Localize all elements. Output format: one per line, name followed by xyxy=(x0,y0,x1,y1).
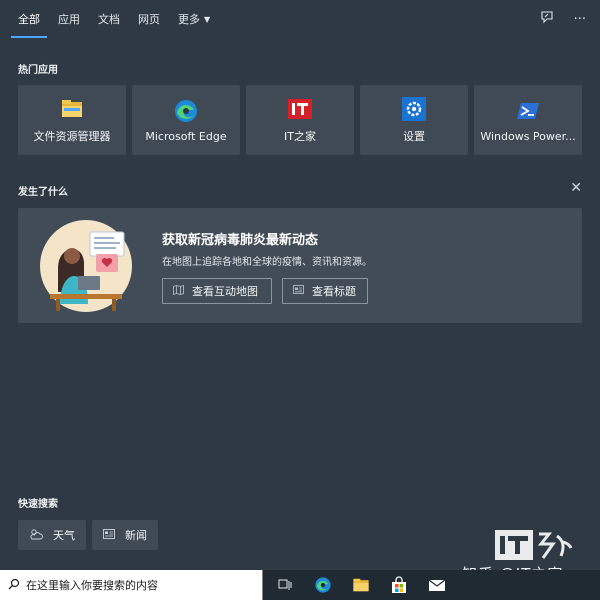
search-scope-tabs: 全部 应用 文档 网页 更多 ▼ xyxy=(0,0,600,38)
file-explorer-icon[interactable] xyxy=(342,570,380,600)
news-icon xyxy=(103,528,115,542)
tab-documents[interactable]: 文档 xyxy=(89,0,129,38)
news-label: 新闻 xyxy=(125,529,147,542)
ithome-watermark-logo xyxy=(495,530,573,560)
covid-news-card[interactable]: 获取新冠病毒肺炎最新动态 在地图上追踪各地和全球的疫情、资讯和资源。 查看互动地… xyxy=(18,208,582,323)
tab-apps-label: 应用 xyxy=(58,13,80,26)
news-illustration xyxy=(40,220,132,312)
quick-search-heading: 快速搜索 xyxy=(18,499,58,510)
tab-web[interactable]: 网页 xyxy=(129,0,169,38)
weather-icon xyxy=(29,528,43,543)
tab-web-label: 网页 xyxy=(138,13,160,26)
app-label-settings: 设置 xyxy=(403,130,425,143)
feedback-icon[interactable] xyxy=(540,10,554,28)
quick-search-news[interactable]: 新闻 xyxy=(92,520,158,550)
tab-all-label: 全部 xyxy=(18,13,40,26)
tab-more[interactable]: 更多 ▼ xyxy=(169,0,219,38)
app-tile-edge[interactable]: Microsoft Edge xyxy=(132,85,240,155)
more-icon[interactable]: ··· xyxy=(574,12,586,27)
app-tile-file-explorer[interactable]: 文件资源管理器 xyxy=(18,85,126,155)
news-card-subtitle: 在地图上追踪各地和全球的疫情、资讯和资源。 xyxy=(162,257,372,268)
quick-search-weather[interactable]: 天气 xyxy=(18,520,86,550)
news-card-title: 获取新冠病毒肺炎最新动态 xyxy=(162,233,319,248)
close-icon[interactable]: ✕ xyxy=(570,180,582,196)
hot-apps-heading: 热门应用 xyxy=(18,65,58,76)
taskbar: 在这里输入你要搜索的内容 xyxy=(0,570,600,600)
view-interactive-map-button[interactable]: 查看互动地图 xyxy=(162,278,272,304)
app-label-file-explorer: 文件资源管理器 xyxy=(33,130,111,143)
top-actions: ··· xyxy=(540,0,586,38)
mail-icon[interactable] xyxy=(418,570,456,600)
hot-apps-list: 文件资源管理器 Microsoft Edge IT之家 设置 Windows P… xyxy=(18,85,582,155)
weather-label: 天气 xyxy=(53,529,75,542)
search-input[interactable]: 在这里输入你要搜索的内容 xyxy=(26,577,158,593)
task-view-icon[interactable] xyxy=(266,570,304,600)
tab-documents-label: 文档 xyxy=(98,13,120,26)
tab-all[interactable]: 全部 xyxy=(9,0,49,38)
app-label-powershell: Windows Power... xyxy=(480,129,576,143)
file-explorer-icon xyxy=(62,100,82,117)
chevron-down-icon: ▼ xyxy=(204,14,211,24)
news-icon xyxy=(293,285,304,297)
whats-new-heading: 发生了什么 xyxy=(18,187,68,198)
map-icon xyxy=(173,284,184,298)
tab-apps[interactable]: 应用 xyxy=(49,0,89,38)
view-headlines-label: 查看标题 xyxy=(312,285,356,298)
ithome-icon xyxy=(288,99,312,119)
store-icon[interactable] xyxy=(380,570,418,600)
tab-more-label: 更多 xyxy=(178,13,200,26)
view-headlines-button[interactable]: 查看标题 xyxy=(282,278,368,304)
taskbar-search-box[interactable]: 在这里输入你要搜索的内容 xyxy=(0,570,263,600)
app-label-ithome: IT之家 xyxy=(284,130,316,143)
edge-icon[interactable] xyxy=(304,570,342,600)
powershell-icon xyxy=(517,102,539,119)
taskbar-icons xyxy=(266,570,456,600)
app-label-edge: Microsoft Edge xyxy=(145,129,227,143)
app-tile-settings[interactable]: 设置 xyxy=(360,85,468,155)
view-map-label: 查看互动地图 xyxy=(192,285,258,298)
edge-icon xyxy=(175,99,197,122)
quick-search-list: 天气 新闻 xyxy=(18,520,158,550)
settings-icon xyxy=(402,97,426,121)
search-icon xyxy=(8,578,20,593)
app-tile-powershell[interactable]: Windows Power... xyxy=(474,85,582,155)
app-tile-ithome[interactable]: IT之家 xyxy=(246,85,354,155)
